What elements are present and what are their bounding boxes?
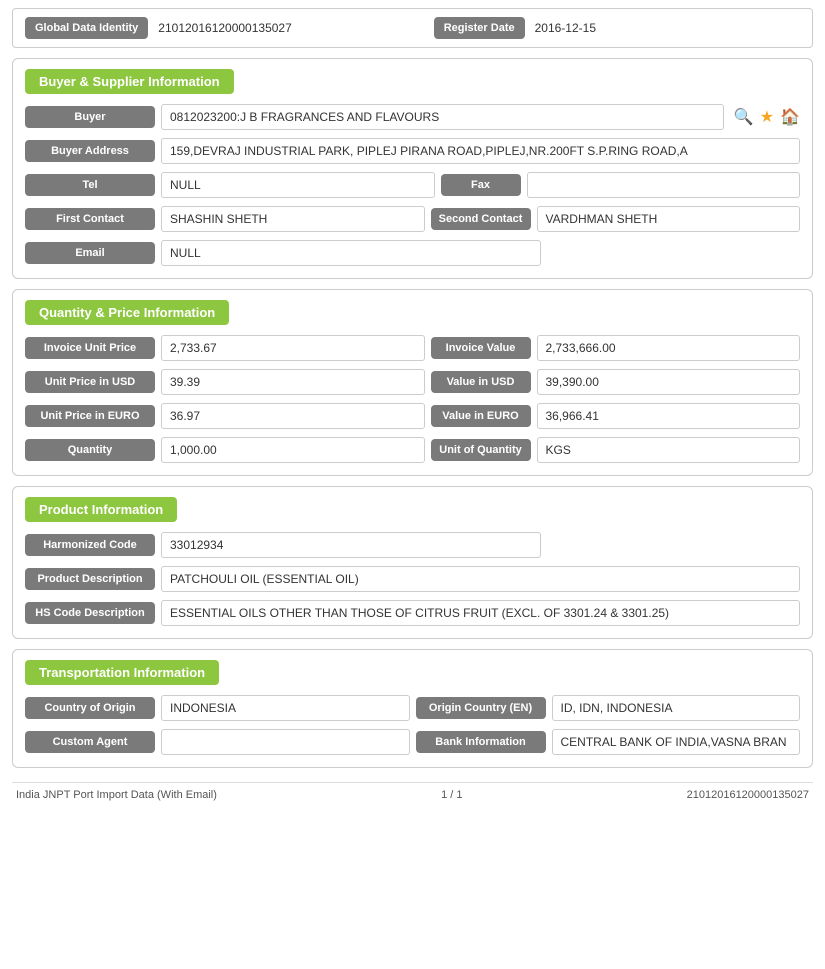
hs-code-desc-label: HS Code Description <box>25 602 155 624</box>
invoice-value-label: Invoice Value <box>431 337 531 359</box>
product-description-value: PATCHOULI OIL (ESSENTIAL OIL) <box>161 566 800 592</box>
email-label: Email <box>25 242 155 264</box>
unit-price-euro-value: 36.97 <box>161 403 425 429</box>
unit-price-euro-label: Unit Price in EURO <box>25 405 155 427</box>
footer-center: 1 / 1 <box>441 789 462 801</box>
unit-price-usd-label: Unit Price in USD <box>25 371 155 393</box>
footer-left: India JNPT Port Import Data (With Email) <box>16 789 217 801</box>
unit-of-quantity-value: KGS <box>537 437 801 463</box>
home-icon[interactable]: 🏠 <box>780 107 800 127</box>
quantity-value: 1,000.00 <box>161 437 425 463</box>
origin-country-en-label: Origin Country (EN) <box>416 697 546 719</box>
tel-value: NULL <box>161 172 435 198</box>
harmonized-code-label: Harmonized Code <box>25 534 155 556</box>
register-date-label: Register Date <box>434 17 525 39</box>
invoice-unit-price-value: 2,733.67 <box>161 335 425 361</box>
transport-info-title: Transportation Information <box>25 660 219 685</box>
search-icon[interactable]: 🔍 <box>734 107 754 127</box>
bank-info-value: CENTRAL BANK OF INDIA,VASNA BRAN <box>552 729 801 755</box>
email-row: Email NULL <box>25 240 800 266</box>
quantity-price-title: Quantity & Price Information <box>25 300 229 325</box>
quantity-label: Quantity <box>25 439 155 461</box>
hs-code-desc-row: HS Code Description ESSENTIAL OILS OTHER… <box>25 600 800 626</box>
transport-info-section: Transportation Information Country of Or… <box>12 649 813 768</box>
buyer-label: Buyer <box>25 106 155 128</box>
value-usd-label: Value in USD <box>431 371 531 393</box>
product-desc-row: Product Description PATCHOULI OIL (ESSEN… <box>25 566 800 592</box>
value-euro-label: Value in EURO <box>431 405 531 427</box>
fax-label: Fax <box>441 174 521 196</box>
country-of-origin-value: INDONESIA <box>161 695 410 721</box>
first-contact-label: First Contact <box>25 208 155 230</box>
product-info-section: Product Information Harmonized Code 3301… <box>12 486 813 639</box>
unit-price-usd-value: 39.39 <box>161 369 425 395</box>
invoice-unit-price-label: Invoice Unit Price <box>25 337 155 359</box>
buyer-address-label: Buyer Address <box>25 140 155 162</box>
first-contact-value: SHASHIN SHETH <box>161 206 425 232</box>
country-of-origin-label: Country of Origin <box>25 697 155 719</box>
buyer-icon-group: 🔍 ★ 🏠 <box>734 107 800 127</box>
custom-agent-label: Custom Agent <box>25 731 155 753</box>
origin-country-en-value: ID, IDN, INDONESIA <box>552 695 801 721</box>
buyer-row: Buyer 0812023200:J B FRAGRANCES AND FLAV… <box>25 104 800 130</box>
invoice-value-value: 2,733,666.00 <box>537 335 801 361</box>
buyer-address-value: 159,DEVRAJ INDUSTRIAL PARK, PIPLEJ PIRAN… <box>161 138 800 164</box>
value-euro-value: 36,966.41 <box>537 403 801 429</box>
hs-code-desc-value: ESSENTIAL OILS OTHER THAN THOSE OF CITRU… <box>161 600 800 626</box>
buyer-address-row: Buyer Address 159,DEVRAJ INDUSTRIAL PARK… <box>25 138 800 164</box>
harmonized-code-row: Harmonized Code 33012934 <box>25 532 800 558</box>
footer-bar: India JNPT Port Import Data (With Email)… <box>12 782 813 801</box>
page-wrapper: Global Data Identity 2101201612000013502… <box>0 0 825 969</box>
unit-of-quantity-label: Unit of Quantity <box>431 439 531 461</box>
star-icon[interactable]: ★ <box>760 107 774 127</box>
usd-row: Unit Price in USD 39.39 Value in USD 39,… <box>25 369 800 395</box>
harmonized-code-value: 33012934 <box>161 532 541 558</box>
fax-value <box>527 172 801 198</box>
footer-right: 21012016120000135027 <box>687 789 809 801</box>
top-bar: Global Data Identity 2101201612000013502… <box>12 8 813 48</box>
tel-label: Tel <box>25 174 155 196</box>
email-value: NULL <box>161 240 541 266</box>
register-date-value: 2016-12-15 <box>535 21 800 35</box>
second-contact-value: VARDHMAN SHETH <box>537 206 801 232</box>
second-contact-label: Second Contact <box>431 208 531 230</box>
euro-row: Unit Price in EURO 36.97 Value in EURO 3… <box>25 403 800 429</box>
custom-agent-value <box>161 729 410 755</box>
contact-row: First Contact SHASHIN SHETH Second Conta… <box>25 206 800 232</box>
global-data-identity-label: Global Data Identity <box>25 17 148 39</box>
bank-info-label: Bank Information <box>416 731 546 753</box>
product-description-label: Product Description <box>25 568 155 590</box>
buyer-supplier-title: Buyer & Supplier Information <box>25 69 234 94</box>
global-data-identity-value: 21012016120000135027 <box>158 21 423 35</box>
country-origin-row: Country of Origin INDONESIA Origin Count… <box>25 695 800 721</box>
quantity-price-section: Quantity & Price Information Invoice Uni… <box>12 289 813 476</box>
custom-agent-bank-row: Custom Agent Bank Information CENTRAL BA… <box>25 729 800 755</box>
value-usd-value: 39,390.00 <box>537 369 801 395</box>
buyer-value: 0812023200:J B FRAGRANCES AND FLAVOURS <box>161 104 724 130</box>
invoice-price-row: Invoice Unit Price 2,733.67 Invoice Valu… <box>25 335 800 361</box>
buyer-supplier-section: Buyer & Supplier Information Buyer 08120… <box>12 58 813 279</box>
tel-fax-row: Tel NULL Fax <box>25 172 800 198</box>
product-info-title: Product Information <box>25 497 177 522</box>
quantity-row: Quantity 1,000.00 Unit of Quantity KGS <box>25 437 800 463</box>
